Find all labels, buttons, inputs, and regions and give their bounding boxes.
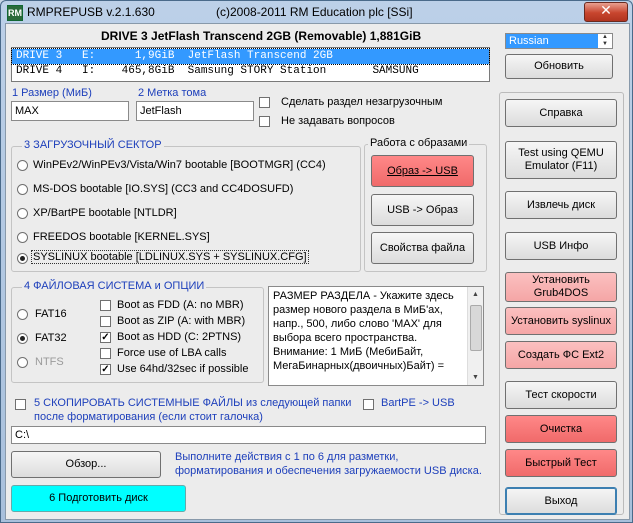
boot-option-label: FREEDOS bootable [KERNEL.SYS] [33,231,210,243]
window-title: RMPREPUSB v.2.1.630 [27,5,155,19]
option-label: Boot as ZIP (A: with MBR) [117,315,246,327]
grub-label: Установить [532,274,590,286]
fs-radio-fat16[interactable] [17,309,28,320]
app-window: RM RMPREPUSB v.2.1.630 (c)2008-2011 RM E… [0,0,633,523]
install-syslinux-button[interactable]: Установить syslinux [505,307,617,335]
close-button[interactable]: ✕ [584,2,628,22]
drive-list-item[interactable]: DRIVE 4 I: 465,8GiB Samsung STORY Statio… [12,64,489,79]
language-value: Russian [506,34,598,48]
instructions-text: Выполните действия с 1 по 6 для разметки… [175,451,482,477]
prepare-drive-button[interactable]: 6 Подготовить диск [11,485,186,512]
install-grub4dos-button[interactable]: Установить Grub4DOS [505,272,617,302]
boot-radio-freedos[interactable] [17,232,28,243]
exit-button[interactable]: Выход [505,487,617,515]
clean-button[interactable]: Очистка [505,415,617,443]
fs-label: FAT32 [35,332,67,344]
chevron-down-icon: ▼ [602,41,608,47]
boot-option-label: MS-DOS bootable [IO.SYS] (CC3 and CC4DOS… [33,183,294,195]
file-properties-button[interactable]: Свойства файла [371,232,474,264]
boot-sector-title: 3 ЗАГРУЗОЧНЫЙ СЕКТОР [22,139,164,151]
qemu-label-2: Emulator (F11) [524,160,598,172]
scroll-down-icon[interactable]: ▼ [468,370,483,385]
boot-radio-winpe[interactable] [17,160,28,171]
image-to-usb-button[interactable]: Образ -> USB [371,155,474,187]
fs-label: FAT16 [35,308,67,320]
copyright-text: (c)2008-2011 RM Education plc [SSi] [216,5,413,19]
option-label: Boot as HDD (C: 2PTNS) [117,331,242,343]
browse-button[interactable]: Обзор... [11,451,161,478]
boot-option-label: SYSLINUX bootable [LDLINUX.SYS + SYSLINU… [31,250,309,264]
filesystem-title: 4 ФАЙЛОВАЯ СИСТЕМА и ОПЦИИ [22,280,207,292]
copy-path-input[interactable]: C:\ [11,426,486,444]
create-ext2-button[interactable]: Создать ФС Ext2 [505,341,617,369]
qemu-test-button[interactable]: Test using QEMU Emulator (F11) [505,141,617,179]
drive-list[interactable]: DRIVE 3 E: 1,9GiB JetFlash Transcend 2GB… [11,47,490,82]
client-area: DRIVE 3 JetFlash Transcend 2GB (Removabl… [5,23,630,520]
language-spinner[interactable]: ▲ ▼ [598,34,612,48]
qemu-label: Test using QEMU [518,147,604,159]
boot-fdd-checkbox[interactable] [100,300,111,311]
boot-radio-xp[interactable] [17,208,28,219]
usb-info-button[interactable]: USB Инфо [505,232,617,260]
info-text-box[interactable]: РАЗМЕР РАЗДЕЛА - Укажите здесь размер но… [268,286,484,386]
bartpe-label: BartPE -> USB [381,397,455,409]
language-select[interactable]: Russian ▲ ▼ [505,33,613,49]
size-input[interactable]: MAX [11,101,129,121]
refresh-button[interactable]: Обновить [505,54,613,79]
boot-option-label: XP/BartPE bootable [NTLDR] [33,207,177,219]
image-tools-title: Работа с образами [368,137,470,149]
non-bootable-label: Сделать раздел незагрузочным [281,96,443,108]
copy-files-checkbox[interactable] [15,399,26,410]
use-64hd-checkbox[interactable]: ✓ [100,364,111,375]
boot-radio-syslinux[interactable] [17,253,28,264]
copy-files-label: 5 СКОПИРОВАТЬ СИСТЕМНЫЕ ФАЙЛЫ из следующ… [34,397,352,409]
drive-header: DRIVE 3 JetFlash Transcend 2GB (Removabl… [101,29,422,43]
no-questions-label: Не задавать вопросов [281,115,395,127]
option-label: Boot as FDD (A: no MBR) [117,299,244,311]
fs-radio-ntfs[interactable] [17,357,28,368]
info-scrollbar[interactable]: ▲ ▼ [467,287,483,385]
fs-radio-fat32[interactable] [17,333,28,344]
chevron-up-icon: ▲ [602,34,608,40]
size-label: 1 Размер (МиБ) [12,87,92,99]
help-button[interactable]: Справка [505,99,617,127]
boot-hdd-checkbox[interactable]: ✓ [100,332,111,343]
non-bootable-checkbox[interactable] [259,97,270,108]
eject-button[interactable]: Извлечь диск [505,191,617,219]
volume-label: 2 Метка тома [138,87,207,99]
grub-label-2: Grub4DOS [533,287,589,299]
option-label: Use 64hd/32sec if possible [117,363,249,375]
info-text: РАЗМЕР РАЗДЕЛА - Укажите здесь размер но… [273,290,454,372]
scroll-up-icon[interactable]: ▲ [468,287,483,302]
option-label: Force use of LBA calls [117,347,227,359]
bartpe-checkbox[interactable] [363,399,374,410]
close-icon: ✕ [600,3,612,19]
no-questions-checkbox[interactable] [259,116,270,127]
title-bar[interactable]: RM RMPREPUSB v.2.1.630 (c)2008-2011 RM E… [1,1,632,23]
quick-test-button[interactable]: Быстрый Тест [505,449,617,477]
scroll-thumb[interactable] [470,305,482,351]
fs-label: NTFS [35,356,64,368]
copy-files-label-2: после форматирования (если стоит галочка… [34,411,263,423]
app-icon: RM [7,5,23,21]
boot-option-label: WinPEv2/WinPEv3/Vista/Win7 bootable [BOO… [33,159,326,171]
boot-radio-msdos[interactable] [17,184,28,195]
usb-to-image-button[interactable]: USB -> Образ [371,194,474,226]
force-lba-checkbox[interactable] [100,348,111,359]
volume-label-input[interactable]: JetFlash [136,101,254,121]
boot-zip-checkbox[interactable] [100,316,111,327]
drive-list-item[interactable]: DRIVE 3 E: 1,9GiB JetFlash Transcend 2GB [11,48,490,65]
speed-test-button[interactable]: Тест скорости [505,381,617,409]
image-to-usb-label: Образ -> USB [387,164,458,177]
